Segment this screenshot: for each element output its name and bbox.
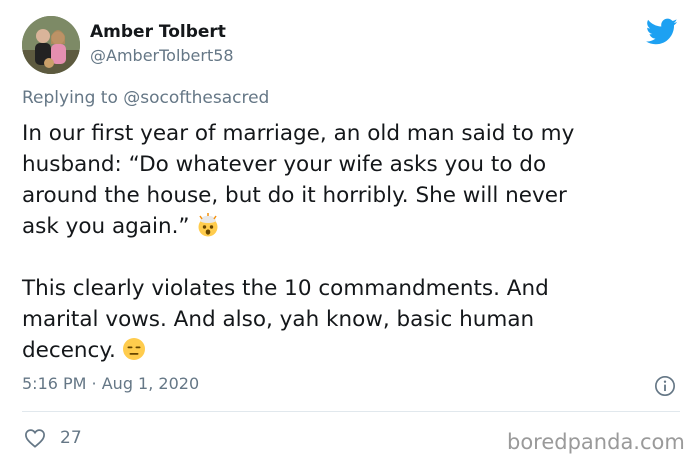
tweet-line-with-emoji: ask you again.”	[22, 211, 682, 242]
tweet-timestamp[interactable]: 5:16 PM · Aug 1, 2020	[22, 374, 199, 393]
tweet-line: ask you again.”	[22, 214, 190, 239]
info-icon[interactable]	[654, 375, 676, 397]
expressionless-face-emoji-icon	[122, 338, 145, 360]
replying-prefix: Replying to	[22, 88, 118, 108]
tweet-body: In our first year of marriage, an old ma…	[22, 118, 682, 366]
tweet-line: around the house, but do it horribly. Sh…	[22, 183, 567, 208]
tweet-line-with-emoji: decency.	[22, 335, 682, 366]
reply-mention-link[interactable]: @socofthesacred	[123, 88, 269, 108]
tweet-line: husband: “Do whatever your wife asks you…	[22, 152, 547, 177]
author-handle[interactable]: @AmberTolbert58	[90, 46, 234, 65]
exploding-head-emoji-icon	[198, 213, 218, 237]
tweet-line: marital vows. And also, yah know, basic …	[22, 307, 535, 332]
tweet-line: In our first year of marriage, an old ma…	[22, 121, 575, 146]
heart-icon[interactable]	[24, 428, 46, 448]
author-display-name[interactable]: Amber Tolbert	[90, 22, 226, 42]
watermark: boredpanda.com	[507, 430, 685, 454]
tweet-line: decency.	[22, 338, 116, 363]
like-count: 27	[60, 428, 82, 448]
replying-to: Replying to @socofthesacred	[22, 88, 269, 108]
tweet-line: This clearly violates the 10 commandment…	[22, 276, 549, 301]
divider	[22, 411, 680, 412]
avatar[interactable]	[22, 16, 80, 74]
twitter-bird-icon	[646, 18, 678, 45]
